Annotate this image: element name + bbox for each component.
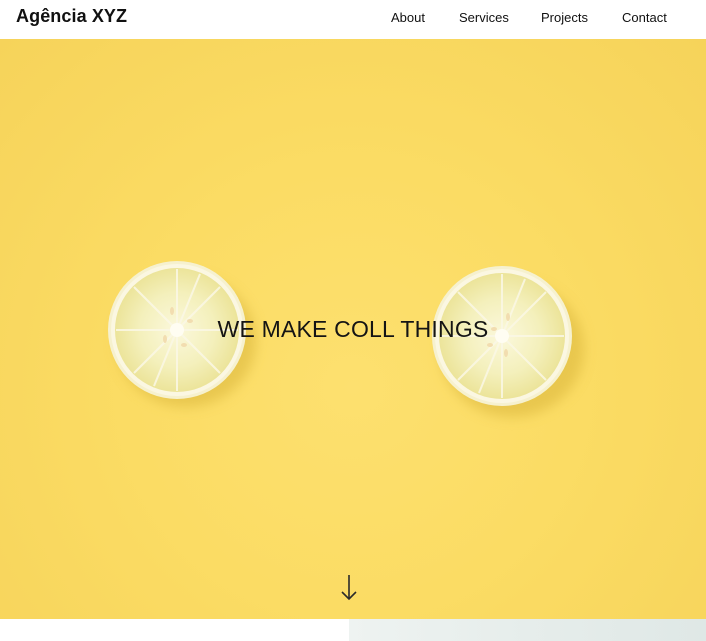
nav-link-about[interactable]: About	[391, 10, 425, 25]
next-section-image	[349, 619, 706, 641]
hero-section: WE MAKE COLL THINGS	[0, 39, 706, 619]
arrow-down-icon[interactable]	[338, 573, 360, 603]
nav-link-contact[interactable]: Contact	[622, 10, 667, 25]
nav-link-projects[interactable]: Projects	[541, 10, 588, 25]
next-section	[0, 619, 706, 641]
navbar: Agência XYZ About Services Projects Cont…	[0, 0, 706, 39]
hero-headline: WE MAKE COLL THINGS	[217, 316, 489, 342]
brand-logo[interactable]: Agência XYZ	[16, 6, 127, 27]
nav-link-services[interactable]: Services	[459, 10, 509, 25]
